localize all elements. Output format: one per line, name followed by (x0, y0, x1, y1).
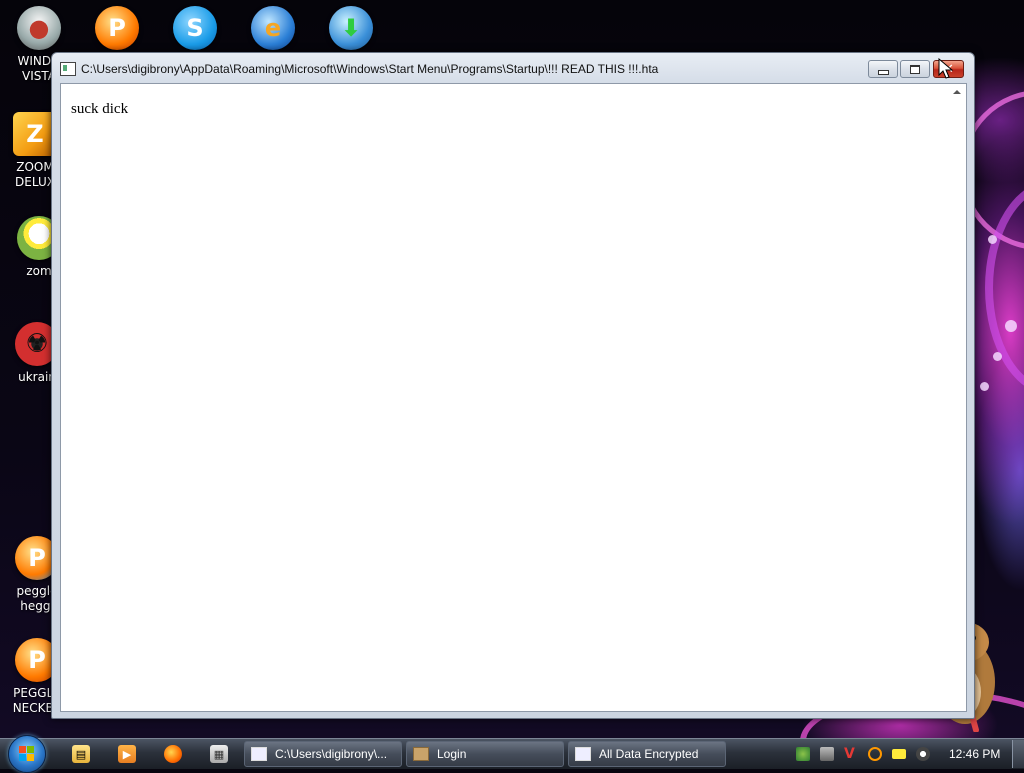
wallpaper-dot (993, 352, 1002, 361)
firefox-icon[interactable] (164, 745, 182, 763)
window-icon (575, 747, 591, 761)
hta-window[interactable]: C:\Users\digibrony\AppData\Roaming\Micro… (51, 52, 975, 719)
taskbar-button-label: All Data Encrypted (599, 747, 699, 761)
minimize-button[interactable] (868, 60, 898, 78)
mouse-cursor-icon (938, 58, 954, 79)
windows-logo-icon (19, 754, 26, 761)
window-title: C:\Users\digibrony\AppData\Roaming\Micro… (81, 62, 659, 76)
wallpaper-dot (988, 235, 997, 244)
message-tray-icon[interactable] (892, 749, 906, 759)
taskbar-button-label: C:\Users\digibrony\... (275, 747, 388, 761)
media-player-icon[interactable]: ▶ (118, 745, 136, 763)
window-content: suck dick (60, 83, 967, 712)
hta-app-icon[interactable] (60, 62, 76, 76)
download-manager-icon: ⬇ (329, 6, 373, 50)
title-bar[interactable]: C:\Users\digibrony\AppData\Roaming\Micro… (52, 53, 974, 83)
show-desktop-button[interactable] (1012, 740, 1024, 768)
taskbar-button-all-data-encrypted[interactable]: All Data Encrypted (568, 741, 726, 767)
user-icon (413, 747, 429, 761)
taskbar: ▤ ▶ ▦ C:\Users\digibrony\... Login All D… (0, 735, 1024, 773)
skype-icon: S (173, 6, 217, 50)
network-tray-icon[interactable] (820, 747, 834, 761)
desktop-icon-download-manager[interactable]: ⬇ (316, 6, 386, 50)
taskbar-button-hta-window[interactable]: C:\Users\digibrony\... (244, 741, 402, 767)
windows-logo-icon (19, 746, 26, 753)
explorer-icon[interactable]: ▤ (72, 745, 90, 763)
desktop-icon-peggle[interactable]: P (82, 6, 152, 50)
wallpaper-dot (1005, 320, 1017, 332)
volume-tray-icon[interactable] (916, 747, 930, 761)
scroll-up-arrow-icon[interactable] (953, 90, 961, 94)
calculator-icon[interactable]: ▦ (210, 745, 228, 763)
windows-logo-icon (27, 746, 34, 753)
minimize-icon (877, 69, 889, 75)
search-tray-icon[interactable] (868, 747, 882, 761)
maximize-icon (910, 64, 920, 74)
wallpaper-dot (980, 382, 989, 391)
taskbar-button-login[interactable]: Login (406, 741, 564, 767)
page-text: suck dick (71, 101, 129, 117)
vista-orb-icon: ● (17, 6, 61, 50)
antivirus-tray-icon[interactable]: V (844, 747, 858, 761)
desktop-icon-internet-explorer[interactable]: e (238, 6, 308, 50)
maximize-button[interactable] (900, 60, 930, 78)
desktop-icon-skype[interactable]: S (160, 6, 230, 50)
windows-logo-icon (27, 754, 34, 761)
download-tray-icon[interactable] (796, 747, 810, 761)
internet-explorer-icon: e (251, 6, 295, 50)
clock[interactable]: 12:46 PM (949, 747, 1000, 761)
start-button[interactable] (8, 735, 46, 773)
taskbar-button-label: Login (437, 747, 467, 761)
vertical-scrollbar[interactable] (949, 84, 966, 711)
peggle-icon: P (95, 6, 139, 50)
hta-app-icon (251, 747, 267, 761)
wallpaper-swirl (985, 180, 1024, 396)
